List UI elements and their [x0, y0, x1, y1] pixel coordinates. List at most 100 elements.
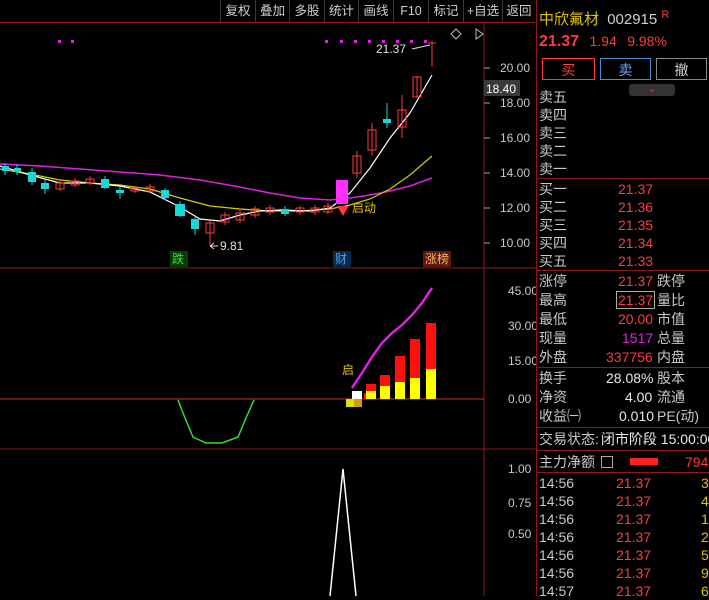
signal-spike	[329, 468, 357, 596]
ask-row-2[interactable]: 卖二	[539, 142, 567, 160]
candle	[383, 119, 391, 123]
stat-row-zhangting: 涨停 21.37 跌停	[539, 273, 685, 289]
main-flow-row[interactable]: 主力净额 794	[539, 453, 708, 471]
price-tick: 20.00	[500, 61, 530, 75]
cancel-button[interactable]: 撤	[656, 58, 707, 80]
tick-row: 14:5621.3719	[539, 511, 709, 527]
stat-row-shouyi: 收益㈠ 0.010 PE(动)	[539, 408, 699, 424]
tick-row: 14:5621.3754	[539, 547, 709, 563]
candle	[28, 172, 36, 182]
indicator-tick: 45.00	[508, 284, 536, 298]
tongji-button[interactable]: 统计	[324, 0, 358, 22]
bid-row-3[interactable]: 买三 21.35	[539, 216, 653, 234]
price-tick: 18.00	[500, 96, 530, 110]
bottom-tick: 0.50	[508, 527, 532, 541]
ask-row-4[interactable]: 卖四	[539, 106, 567, 124]
list-icon[interactable]	[600, 456, 613, 468]
stat-row-xianliang: 现量 1517 总量	[539, 330, 685, 346]
chart-toolbar: 复权 叠加 多股 统计 画线 F10 标记 +自选 返回	[0, 0, 535, 23]
high-arrow-icon	[411, 44, 431, 50]
collapse-chevron-icon[interactable]: ⌄	[629, 84, 675, 96]
sell-button[interactable]: 卖	[600, 58, 651, 80]
candle	[14, 168, 21, 172]
stock-flag: R	[661, 9, 670, 21]
quote-panel: 中欣氟材 002915 R 21.37 1.94 9.98% 买 卖 撤 ⌄ 卖…	[536, 0, 709, 599]
flow-bar	[630, 458, 658, 465]
chart-area[interactable]: 20.00 18.00 16.00 14.00 12.00 10.00 18.4…	[0, 23, 536, 596]
stat-row-zuigao: 最高 21.37 量比	[539, 291, 685, 309]
tag-die-text: 跌	[172, 251, 184, 266]
ask-row-1[interactable]: 卖一	[539, 160, 567, 178]
collapse-arrow-icon[interactable]	[475, 28, 484, 40]
signal-dots	[58, 40, 427, 43]
candle	[116, 190, 124, 193]
tick-row: 14:5621.3742	[539, 493, 709, 509]
back-button[interactable]: 返回	[502, 0, 535, 22]
price-change: 1.94	[589, 33, 617, 49]
stock-code: 002915	[607, 11, 658, 28]
candle-highlight	[336, 180, 348, 204]
bid-row-5[interactable]: 买五 21.33	[539, 252, 653, 270]
low-price-label: 9.81	[220, 239, 244, 253]
candle	[101, 179, 109, 188]
tick-row: 14:5621.3736	[539, 475, 709, 491]
huaxian-button[interactable]: 画线	[358, 0, 393, 22]
divider	[537, 270, 709, 271]
low-arrow-icon	[209, 242, 218, 250]
candle	[2, 166, 9, 171]
diamond-icon[interactable]	[450, 28, 462, 40]
qidong-marker-icon	[337, 206, 349, 216]
tick-row: 14:5621.3796	[539, 565, 709, 581]
bottom-tick: 0.75	[508, 496, 532, 510]
indicator-tick: 0.00	[508, 392, 532, 406]
duogu-button[interactable]: 多股	[289, 0, 324, 22]
candle	[41, 183, 49, 189]
indicator-tick: 15.00	[508, 354, 536, 368]
price-tick: 10.00	[500, 236, 530, 250]
ma-line-white	[0, 74, 433, 222]
stat-row-huanshou: 换手 28.08% 股本	[539, 370, 685, 386]
bid-row-4[interactable]: 买四 21.34	[539, 234, 653, 252]
candle	[281, 209, 289, 214]
price-change-pct: 9.98%	[627, 33, 667, 49]
divider	[537, 178, 709, 179]
fuquan-button[interactable]: 复权	[220, 0, 255, 22]
qidong-label: 启动	[352, 201, 376, 215]
green-curve	[177, 399, 255, 444]
current-price: 21.37	[539, 33, 580, 50]
trade-status: 交易状态: 闭市阶段 15:00:00	[539, 431, 709, 447]
bid-row-1[interactable]: 买一 21.37	[539, 180, 653, 198]
add-watchlist-button[interactable]: +自选	[463, 0, 502, 22]
stat-row-zuidi: 最低 20.00 市值	[539, 311, 685, 327]
tag-zhangbang-text: 涨榜	[425, 251, 449, 266]
ask-row-5[interactable]: 卖五	[539, 88, 567, 106]
tick-row: 14:5721.3767	[539, 583, 709, 599]
buy-button[interactable]: 买	[542, 58, 595, 80]
candle	[191, 219, 199, 229]
biaoji-button[interactable]: 标记	[428, 0, 463, 22]
stat-row-jingzi: 净资 4.00 流通	[539, 389, 685, 405]
bid-row-2[interactable]: 买二 21.36	[539, 198, 653, 216]
candle	[161, 190, 169, 198]
current-price-marker-text: 18.40	[486, 82, 516, 96]
indicator-qi-label: 启	[342, 363, 354, 377]
price-tick: 12.00	[500, 201, 530, 215]
price-tick: 14.00	[500, 166, 530, 180]
ask-row-3[interactable]: 卖三	[539, 124, 567, 142]
divider	[537, 472, 709, 473]
bottom-axis: 1.00 0.75 0.50	[508, 462, 532, 541]
diejia-button[interactable]: 叠加	[255, 0, 289, 22]
ma-line-magenta	[0, 163, 433, 201]
stock-name: 中欣氟材	[539, 11, 600, 28]
divider	[537, 367, 709, 368]
f10-button[interactable]: F10	[393, 0, 428, 22]
candle	[175, 204, 185, 216]
price-tick: 16.00	[500, 131, 530, 145]
tick-row: 14:5621.3720	[539, 529, 709, 545]
bottom-tick: 1.00	[508, 462, 532, 476]
high-price-label: 21.37	[376, 42, 406, 56]
indicator-tick: 30.00	[508, 319, 536, 333]
indicator-axis: 45.00 30.00 15.00 0.00	[508, 284, 536, 406]
divider	[537, 450, 709, 451]
tag-cai-text: 财	[335, 252, 347, 266]
